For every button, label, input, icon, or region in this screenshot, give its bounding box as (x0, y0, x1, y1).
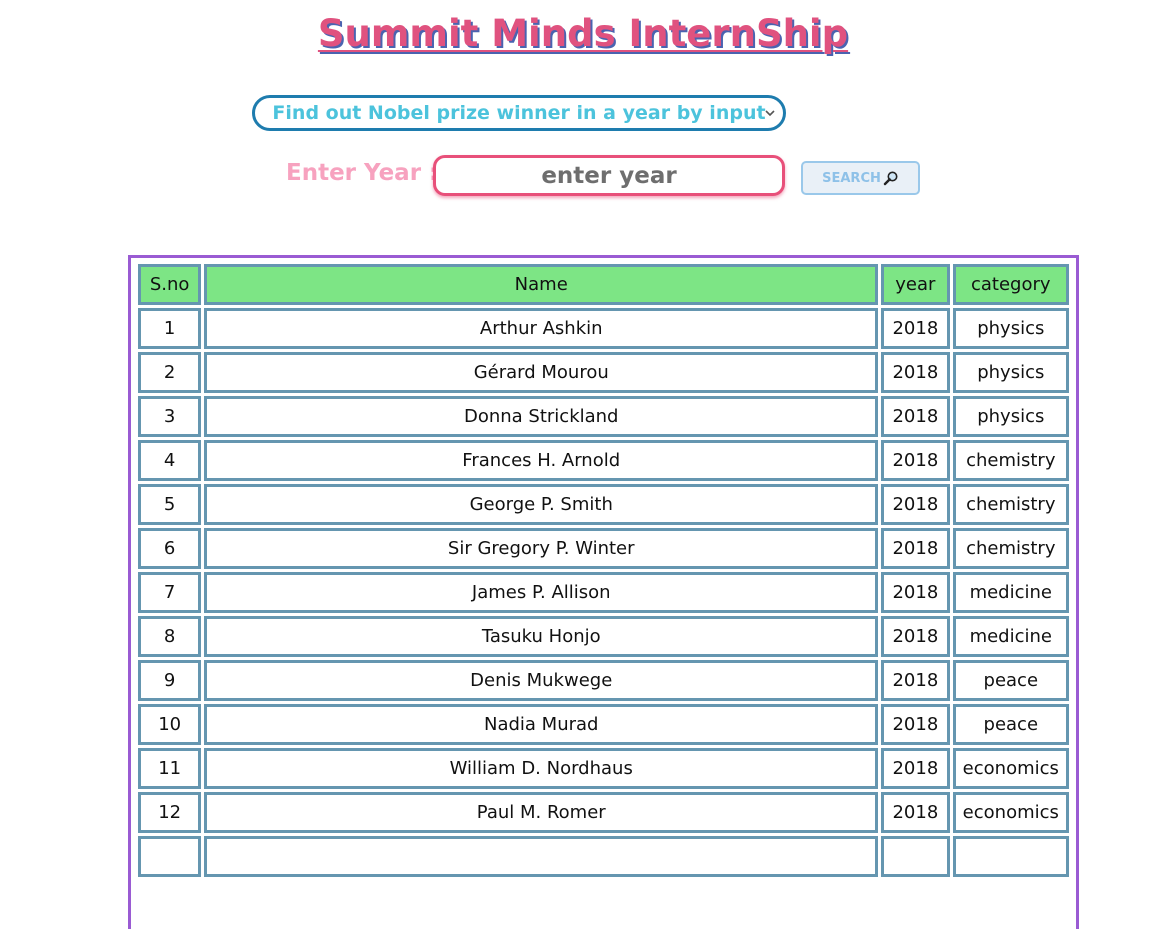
cell-category: physics (952, 308, 1069, 349)
cell-name: Arthur Ashkin (204, 308, 879, 349)
cell-name: Frances H. Arnold (204, 440, 879, 481)
cell-sno: 6 (138, 528, 202, 569)
column-header-sno: S.no (138, 264, 202, 305)
cell-year: 2018 (881, 616, 950, 657)
cell-category: chemistry (952, 484, 1069, 525)
cell-sno: 9 (138, 660, 202, 701)
table-row: 4 Frances H. Arnold 2018 chemistry (138, 440, 1069, 481)
cell-category: medicine (952, 616, 1069, 657)
mode-select[interactable]: Find out Nobel prize winner in a year by… (252, 95, 786, 131)
cell-sno (138, 836, 202, 877)
year-label: Enter Year : (286, 160, 439, 186)
cell-sno: 10 (138, 704, 202, 745)
table-body: 1 Arthur Ashkin 2018 physics 2 Gérard Mourou 2… (138, 308, 1069, 877)
cell-name: Tasuku Honjo (204, 616, 879, 657)
cell-name: James P. Allison (204, 572, 879, 613)
cell-name: Gérard Mourou (204, 352, 879, 393)
cell-category: economics (952, 748, 1069, 789)
column-header-name: Name (204, 264, 879, 305)
cell-category: chemistry (952, 440, 1069, 481)
column-header-year: year (881, 264, 950, 305)
cell-year: 2018 (881, 352, 950, 393)
search-button-label: SEARCH (822, 170, 881, 186)
table-row: 1 Arthur Ashkin 2018 physics (138, 308, 1069, 349)
table-row: 3 Donna Strickland 2018 physics (138, 396, 1069, 437)
chevron-down-icon (765, 110, 775, 117)
cell-year: 2018 (881, 572, 950, 613)
cell-name: Nadia Murad (204, 704, 879, 745)
cell-category: physics (952, 352, 1069, 393)
table-row (138, 836, 1069, 877)
cell-sno: 5 (138, 484, 202, 525)
cell-year: 2018 (881, 484, 950, 525)
cell-sno: 1 (138, 308, 202, 349)
cell-sno: 7 (138, 572, 202, 613)
cell-year: 2018 (881, 396, 950, 437)
mode-select-value: Find out Nobel prize winner in a year by… (272, 102, 766, 124)
cell-name: Denis Mukwege (204, 660, 879, 701)
cell-category: economics (952, 792, 1069, 833)
table-header-row: S.no Name year category (138, 264, 1069, 305)
table-row: 5 George P. Smith 2018 chemistry (138, 484, 1069, 525)
winners-table: S.no Name year category 1 Arthur Ashkin 20… (135, 261, 1072, 880)
cell-name: Donna Strickland (204, 396, 879, 437)
table-row: 6 Sir Gregory P. Winter 2018 chemistry (138, 528, 1069, 569)
cell-year: 2018 (881, 528, 950, 569)
cell-year (881, 836, 950, 877)
page: Summit Minds InternShip Find out Nobel p… (0, 0, 1166, 929)
cell-name (204, 836, 879, 877)
cell-category: peace (952, 704, 1069, 745)
cell-year: 2018 (881, 704, 950, 745)
table-row: 7 James P. Allison 2018 medicine (138, 572, 1069, 613)
cell-name: Sir Gregory P. Winter (204, 528, 879, 569)
page-title: Summit Minds InternShip (317, 12, 849, 55)
cell-year: 2018 (881, 440, 950, 481)
cell-sno: 8 (138, 616, 202, 657)
cell-name: George P. Smith (204, 484, 879, 525)
year-input[interactable] (433, 155, 785, 196)
cell-sno: 4 (138, 440, 202, 481)
cell-category: physics (952, 396, 1069, 437)
table-row: 8 Tasuku Honjo 2018 medicine (138, 616, 1069, 657)
column-header-category: category (952, 264, 1069, 305)
cell-sno: 3 (138, 396, 202, 437)
table-row: 10 Nadia Murad 2018 peace (138, 704, 1069, 745)
cell-category: chemistry (952, 528, 1069, 569)
table-row: 9 Denis Mukwege 2018 peace (138, 660, 1069, 701)
cell-category: medicine (952, 572, 1069, 613)
cell-sno: 12 (138, 792, 202, 833)
cell-category: peace (952, 660, 1069, 701)
cell-sno: 11 (138, 748, 202, 789)
cell-year: 2018 (881, 308, 950, 349)
cell-sno: 2 (138, 352, 202, 393)
cell-year: 2018 (881, 792, 950, 833)
search-icon (883, 171, 898, 186)
cell-year: 2018 (881, 660, 950, 701)
cell-category (952, 836, 1069, 877)
cell-name: Paul M. Romer (204, 792, 879, 833)
table-row: 2 Gérard Mourou 2018 physics (138, 352, 1069, 393)
cell-name: William D. Nordhaus (204, 748, 879, 789)
table-row: 12 Paul M. Romer 2018 economics (138, 792, 1069, 833)
search-button[interactable]: SEARCH (801, 161, 920, 195)
winners-table-container: S.no Name year category 1 Arthur Ashkin 20… (128, 255, 1079, 929)
cell-year: 2018 (881, 748, 950, 789)
table-row: 11 William D. Nordhaus 2018 economics (138, 748, 1069, 789)
